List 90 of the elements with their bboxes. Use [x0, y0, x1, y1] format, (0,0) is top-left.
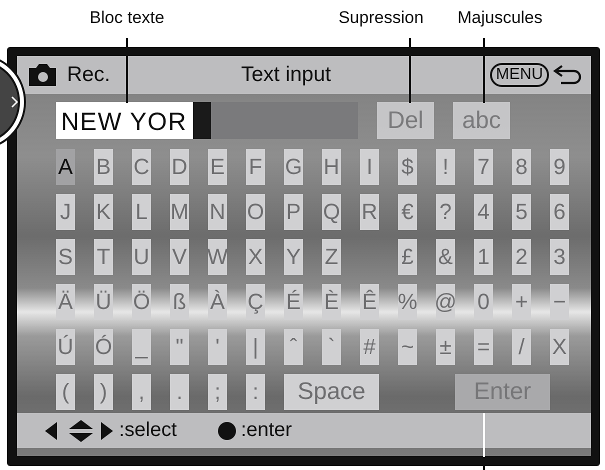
screen-title: Text input [240, 63, 332, 87]
character-key[interactable]: @ [436, 284, 455, 320]
character-key[interactable]: 4 [474, 194, 493, 230]
character-key[interactable]: H [322, 149, 341, 185]
character-key[interactable]: Ä [56, 284, 75, 320]
character-key[interactable]: € [398, 194, 417, 230]
character-key[interactable]: É [284, 284, 303, 320]
center-button-icon [216, 420, 237, 440]
character-key[interactable]: & [436, 239, 455, 275]
character-key[interactable]: Ö [132, 284, 151, 320]
character-key[interactable]: 6 [550, 194, 569, 230]
character-key[interactable]: / [512, 329, 531, 365]
character-key[interactable]: Ê [360, 284, 379, 320]
character-key[interactable]: . [170, 374, 189, 410]
delete-button[interactable]: Del [377, 102, 434, 139]
callout-label: Supression [338, 8, 424, 28]
character-key[interactable]: ß [170, 284, 189, 320]
character-key[interactable]: N [208, 194, 227, 230]
case-button[interactable]: abc [453, 102, 510, 139]
character-key[interactable]: ! [436, 149, 455, 185]
character-key[interactable]: + [512, 284, 531, 320]
character-key[interactable]: M [170, 194, 189, 230]
character-key[interactable]: F [246, 149, 265, 185]
character-key[interactable]: | [246, 329, 265, 365]
character-key[interactable]: _ [132, 329, 151, 365]
character-key[interactable]: L [132, 194, 151, 230]
character-key[interactable]: Ó [94, 329, 113, 365]
character-key[interactable]: X [246, 239, 265, 275]
character-key[interactable]: ~ [398, 329, 417, 365]
character-key[interactable]: Ü [94, 284, 113, 320]
character-key[interactable]: − [550, 284, 569, 320]
character-key[interactable]: A [56, 149, 75, 185]
character-key[interactable]: Ç [246, 284, 265, 320]
character-key[interactable]: Y [284, 239, 303, 275]
callout-label: Bloc texte [90, 8, 164, 28]
arrow-keys-icon [45, 418, 115, 442]
character-key[interactable]: 5 [512, 194, 531, 230]
text-input-field[interactable]: NEW YOR [56, 102, 358, 139]
character-key[interactable]: J [56, 194, 75, 230]
select-hint: :select [119, 419, 177, 442]
character-key[interactable]: 1 [474, 239, 493, 275]
character-key[interactable]: ; [208, 374, 227, 410]
character-key[interactable]: " [170, 329, 189, 365]
character-key[interactable]: 8 [512, 149, 531, 185]
character-key[interactable]: Ú [56, 329, 75, 365]
character-key[interactable]: Q [322, 194, 341, 230]
character-key[interactable]: D [170, 149, 189, 185]
character-key[interactable]: E [208, 149, 227, 185]
character-key[interactable]: S [56, 239, 75, 275]
character-key[interactable]: K [94, 194, 113, 230]
character-key[interactable]: $ [398, 149, 417, 185]
character-key[interactable]: 2 [512, 239, 531, 275]
character-key[interactable]: ( [56, 374, 75, 410]
character-key[interactable]: B [94, 149, 113, 185]
character-key[interactable]: 0 [474, 284, 493, 320]
return-icon [553, 65, 583, 85]
character-key[interactable]: £ [398, 239, 417, 275]
character-key[interactable]: T [94, 239, 113, 275]
character-key[interactable]: 3 [550, 239, 569, 275]
character-key[interactable]: È [322, 284, 341, 320]
character-key[interactable]: ' [208, 329, 227, 365]
space-key[interactable]: Space [284, 374, 379, 410]
menu-button[interactable]: MENU [490, 63, 549, 87]
character-key[interactable]: , [132, 374, 151, 410]
character-key[interactable]: V [170, 239, 189, 275]
character-key[interactable]: C [132, 149, 151, 185]
camera-icon [27, 63, 58, 87]
callout-label: Majuscules [457, 8, 543, 28]
character-key[interactable]: O [246, 194, 265, 230]
character-key[interactable]: Z [322, 239, 341, 275]
character-key[interactable]: X [550, 329, 569, 365]
character-key[interactable]: % [398, 284, 417, 320]
character-key[interactable]: R [360, 194, 379, 230]
character-key[interactable]: 7 [474, 149, 493, 185]
character-key[interactable]: ? [436, 194, 455, 230]
character-key[interactable]: ` [322, 329, 341, 365]
character-key[interactable]: ˆ [284, 329, 303, 365]
character-key[interactable]: 9 [550, 149, 569, 185]
character-key[interactable]: ) [94, 374, 113, 410]
character-key[interactable]: À [208, 284, 227, 320]
character-key[interactable]: ± [436, 329, 455, 365]
character-key[interactable]: : [246, 374, 265, 410]
mode-label: Rec. [67, 63, 110, 87]
enter-hint: :enter [240, 419, 292, 442]
character-key[interactable]: = [474, 329, 493, 365]
character-key[interactable]: U [132, 239, 151, 275]
character-key[interactable]: I [360, 149, 379, 185]
character-key[interactable]: G [284, 149, 303, 185]
character-key[interactable]: # [360, 329, 379, 365]
character-key[interactable]: P [284, 194, 303, 230]
